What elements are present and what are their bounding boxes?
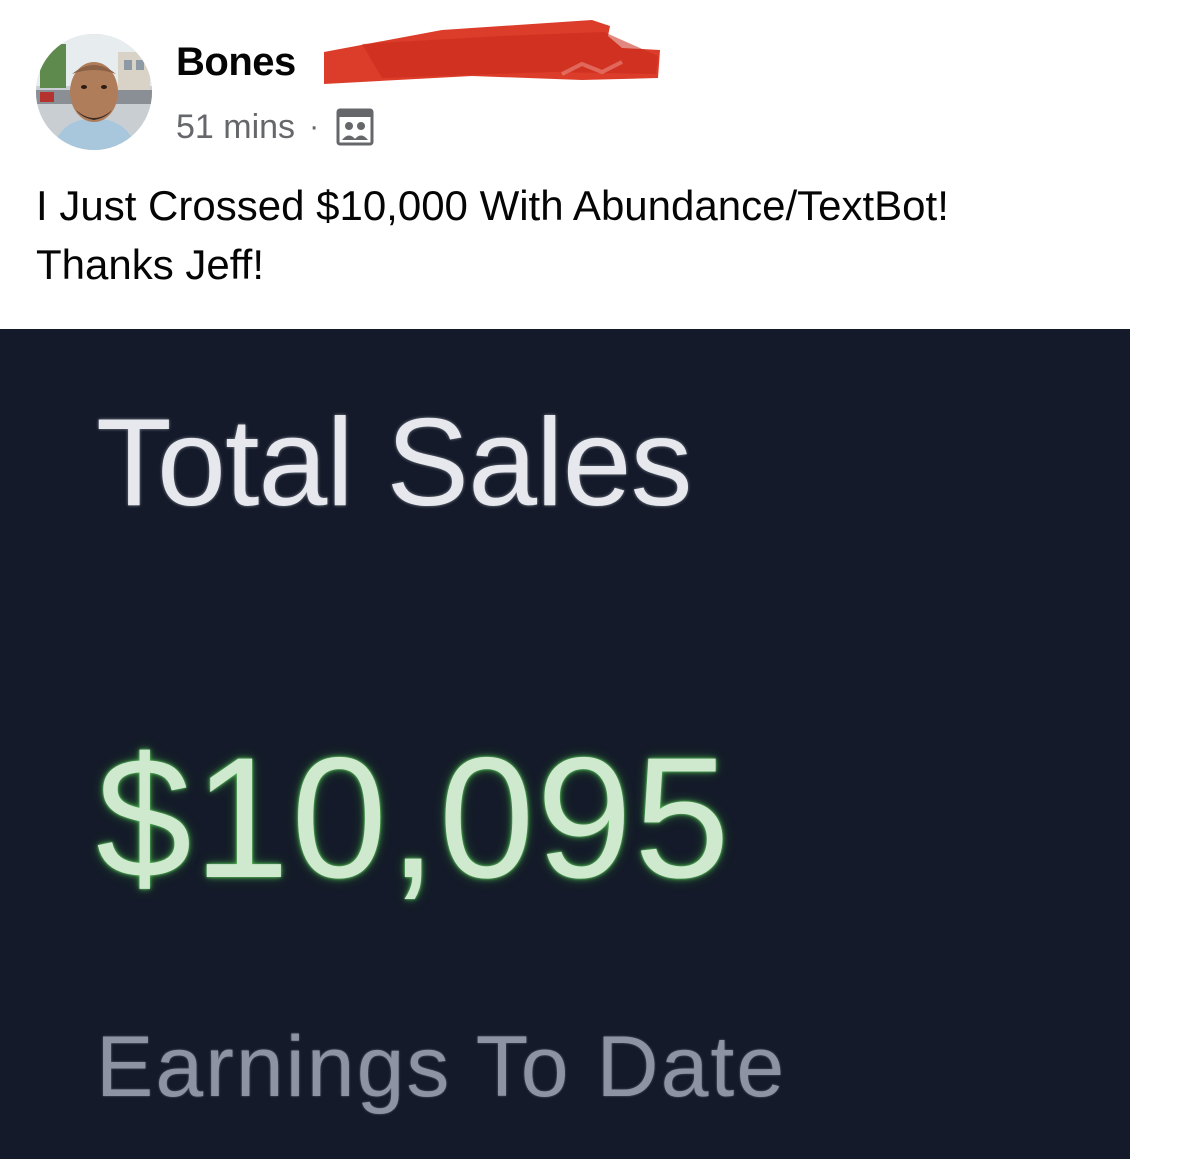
name-redaction-scribble [324, 20, 660, 84]
post-text-line: Thanks Jeff! [36, 241, 265, 288]
author-name[interactable]: Bones [176, 38, 296, 86]
author-avatar[interactable] [36, 34, 152, 150]
meta-separator: · [309, 110, 320, 143]
avatar-photo [36, 34, 152, 150]
group-icon[interactable] [335, 107, 375, 147]
post-timestamp[interactable]: 51 mins [176, 108, 295, 147]
total-sales-title: Total Sales [96, 394, 693, 532]
post-header: Bones 51 mins · [0, 0, 1200, 170]
post-meta: 51 mins · [176, 104, 375, 150]
earnings-to-date-label: Earnings To Date [96, 1019, 787, 1115]
total-sales-amount: $10,095 [96, 722, 732, 914]
post-text: I Just Crossed $10,000 With Abundance/Te… [36, 176, 1176, 294]
post-text-line: I Just Crossed $10,000 With Abundance/Te… [36, 182, 949, 229]
total-sales-image[interactable]: Total Sales $10,095 Earnings To Date [0, 329, 1130, 1159]
